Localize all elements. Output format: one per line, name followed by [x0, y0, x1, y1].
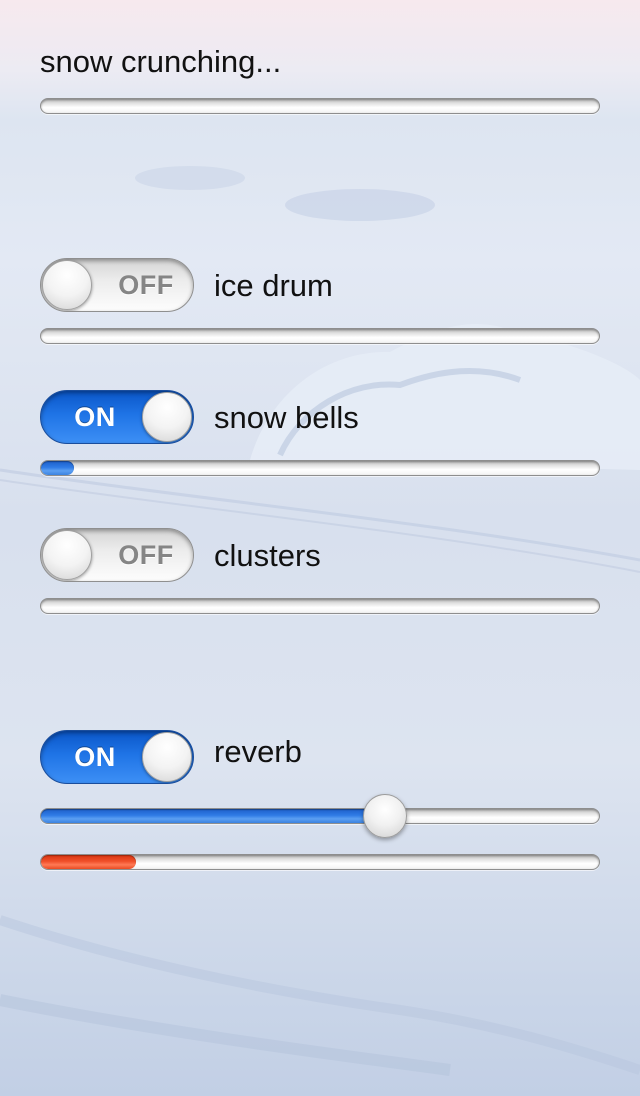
reverb-switch-knob [142, 732, 192, 782]
snow-bells-switch-knob [142, 392, 192, 442]
snow-bells-switch[interactable]: ON [40, 390, 194, 444]
ice-drum-switch[interactable]: OFF [40, 258, 194, 312]
reverb-label: reverb [214, 734, 302, 769]
page-title: snow crunching... [40, 44, 282, 79]
ice-drum-label: ice drum [214, 268, 333, 303]
ice-drum-switch-knob [42, 260, 92, 310]
snow-bells-progress-fill [41, 461, 75, 475]
clusters-switch-label: OFF [118, 540, 174, 570]
snow-bells-label: snow bells [214, 400, 359, 435]
snow-bells-progress [40, 460, 600, 476]
snow-bells-switch-label: ON [74, 402, 116, 432]
ice-drum-progress [40, 328, 600, 344]
clusters-progress [40, 598, 600, 614]
reverb-level-meter-fill [41, 855, 136, 869]
snow-crunching-progress [40, 98, 600, 114]
ice-drum-switch-label: OFF [118, 270, 174, 300]
clusters-switch-knob [42, 530, 92, 580]
clusters-label: clusters [214, 538, 321, 573]
reverb-slider-fill [41, 809, 385, 823]
reverb-switch-label: ON [74, 742, 116, 772]
clusters-switch[interactable]: OFF [40, 528, 194, 582]
reverb-slider[interactable] [40, 794, 600, 838]
reverb-level-meter [40, 854, 600, 870]
reverb-switch[interactable]: ON [40, 730, 194, 784]
